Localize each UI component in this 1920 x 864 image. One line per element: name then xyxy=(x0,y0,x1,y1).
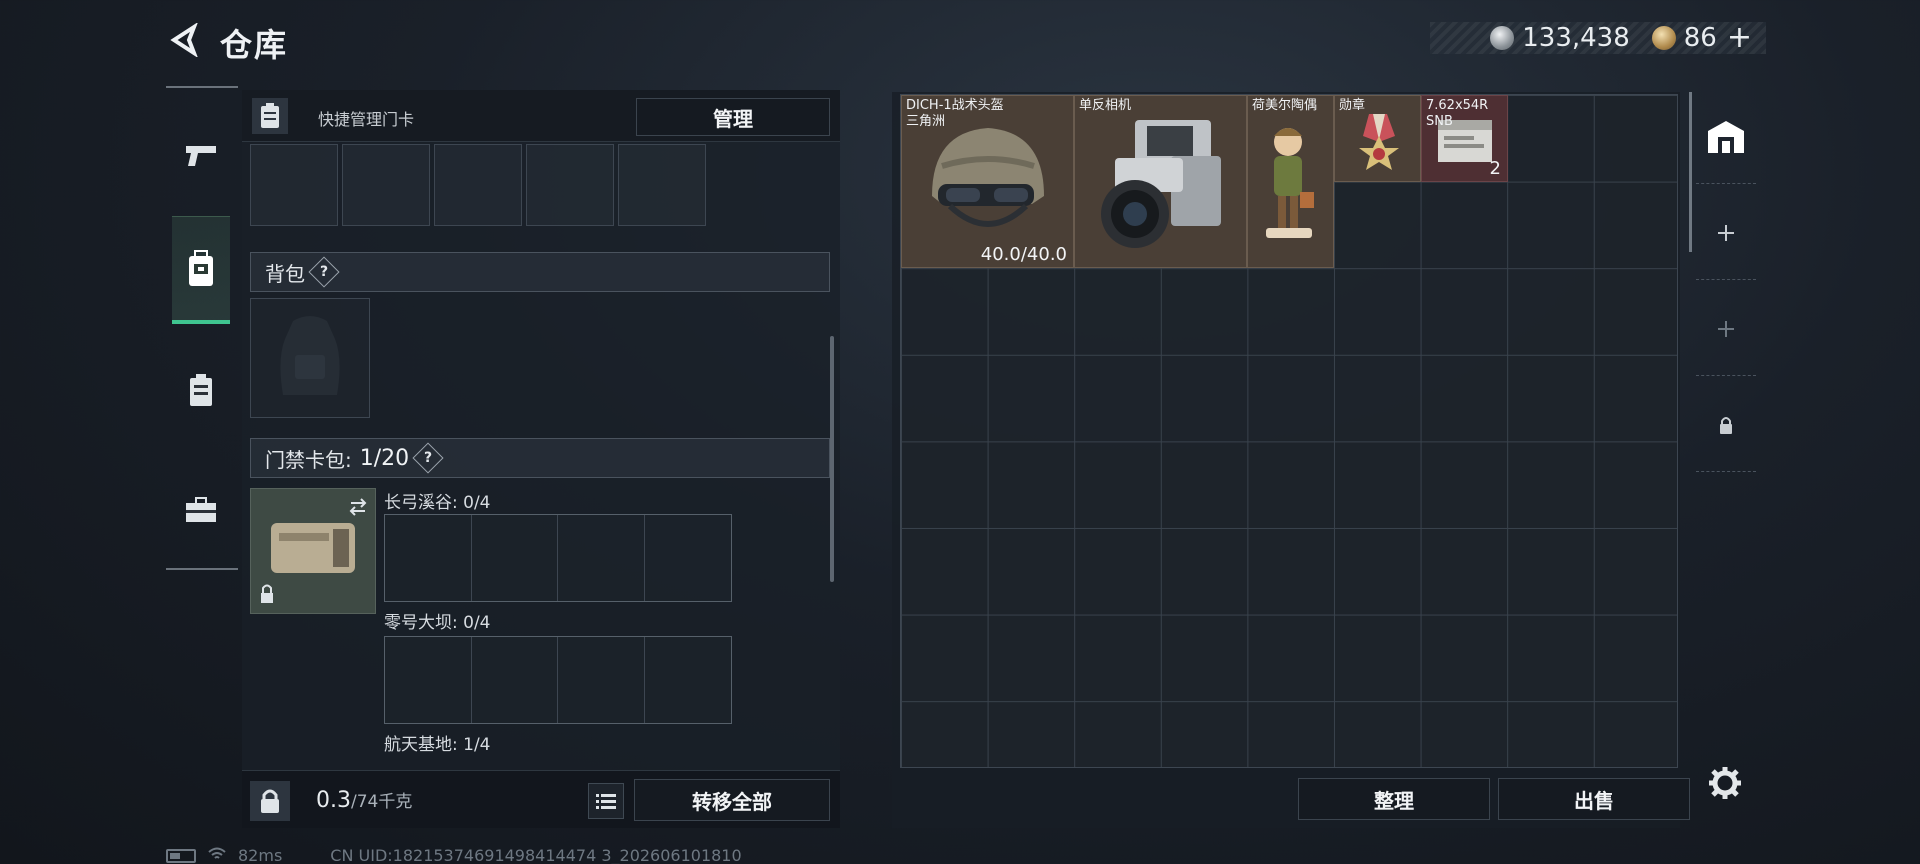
item-name: 7.62x54R SNB xyxy=(1426,98,1489,129)
uid-text: CN UID:18215374691498414474 3_2026061018… xyxy=(330,846,742,864)
item-name: 荷美尔陶偶 xyxy=(1252,98,1318,113)
list-icon xyxy=(596,794,616,809)
keycard-pack-label: 门禁卡包: xyxy=(265,447,352,472)
map-keycard-label: 航天基地: 1/4 xyxy=(384,735,491,755)
inventory-item-medal[interactable]: 勋章 xyxy=(1334,95,1421,182)
nav-weapons[interactable] xyxy=(172,102,230,210)
help-icon[interactable]: ? xyxy=(412,442,444,474)
scrollbar[interactable] xyxy=(830,336,834,582)
manage-button[interactable]: 管理 xyxy=(636,98,830,136)
quick-keycard-label: 快捷管理门卡 xyxy=(318,110,415,129)
equipment-slot[interactable] xyxy=(526,144,614,226)
backpack-silhouette-icon xyxy=(280,316,340,395)
plus-icon xyxy=(1718,320,1734,337)
item-name: 勋章 xyxy=(1339,98,1366,113)
item-durability: 40.0/40.0 xyxy=(980,244,1067,265)
map-keycard-slots[interactable] xyxy=(384,514,732,602)
plus-icon xyxy=(1718,224,1734,241)
item-quantity: 2 xyxy=(1489,158,1501,179)
keycard-small-icon xyxy=(252,98,288,134)
settings-button[interactable] xyxy=(1702,760,1748,806)
weight-max: /74千克 xyxy=(351,792,413,812)
silver-balance: 133,438 xyxy=(1522,23,1630,53)
map-keycard-label: 零号大坝: 0/4 xyxy=(384,613,491,633)
figurine-icon xyxy=(1266,128,1314,238)
warehouse-icon xyxy=(1708,120,1744,153)
storage-panel: DICH-1战术头盔 三角洲 40.0/40.0 单反相机 荷美尔陶偶 勋章 7… xyxy=(892,92,1680,828)
weight-value: 0.3 xyxy=(316,788,351,813)
equipment-slot[interactable] xyxy=(434,144,522,226)
inventory-item-helmet[interactable]: DICH-1战术头盔 三角洲 40.0/40.0 xyxy=(901,95,1074,268)
inventory-item-figurine[interactable]: 荷美尔陶偶 xyxy=(1247,95,1334,268)
help-icon[interactable]: ? xyxy=(308,256,340,288)
backpack-label: 背包 xyxy=(265,261,305,286)
keycard-case-icon xyxy=(261,498,367,603)
add-currency-button[interactable]: + xyxy=(1727,23,1752,53)
sell-button[interactable]: 出售 xyxy=(1498,778,1690,820)
ping-value: 82ms xyxy=(238,846,283,864)
equipment-slot[interactable] xyxy=(250,144,338,226)
tab-add-storage[interactable] xyxy=(1696,186,1756,280)
storage-tabs xyxy=(1696,90,1756,478)
currency-bar: 133,438 86 + xyxy=(1430,22,1766,54)
battery-icon xyxy=(166,848,196,863)
list-view-button[interactable] xyxy=(588,783,624,819)
gear-icon xyxy=(1709,767,1741,799)
camera-icon xyxy=(1101,120,1221,248)
item-name: 单反相机 xyxy=(1079,98,1132,113)
storage-grid[interactable]: DICH-1战术头盔 三角洲 40.0/40.0 单反相机 荷美尔陶偶 勋章 7… xyxy=(900,94,1678,768)
transfer-all-button[interactable]: 转移全部 xyxy=(634,779,830,821)
back-arrow-icon xyxy=(170,23,198,57)
backpack-icon xyxy=(189,249,213,286)
page-title: 仓库 xyxy=(220,26,289,64)
tab-locked[interactable] xyxy=(1696,378,1756,472)
inventory-item-ammo[interactable]: 7.62x54R SNB 2 xyxy=(1421,95,1508,182)
silver-coin-icon xyxy=(1490,26,1515,50)
storage-scrollbar[interactable] xyxy=(1689,92,1692,252)
nav-equipment[interactable] xyxy=(172,216,230,324)
weight-lock-icon xyxy=(250,781,290,821)
keycard-pack-header: 门禁卡包: 1/20 ? xyxy=(250,438,830,478)
tab-add-storage[interactable] xyxy=(1696,282,1756,376)
equipment-slot[interactable] xyxy=(618,144,706,226)
loadout-panel: 快捷管理门卡 管理 背包 ? 门禁卡包: 1/20 ? 长弓溪谷: 0/4 零号… xyxy=(242,90,840,828)
keycard-pack-slot[interactable] xyxy=(250,488,376,614)
equipment-slot[interactable] xyxy=(342,144,430,226)
wifi-icon xyxy=(208,846,226,864)
item-name: DICH-1战术头盔 三角洲 xyxy=(906,98,1004,129)
toolbox-icon xyxy=(186,497,216,522)
gold-coin-icon xyxy=(1651,26,1676,50)
nav-toolbox[interactable] xyxy=(172,456,230,564)
pistol-icon xyxy=(186,146,216,166)
lock-icon xyxy=(1720,416,1732,434)
tab-main-storage[interactable] xyxy=(1696,90,1756,184)
keycard-pack-count: 1/20 xyxy=(359,445,410,471)
weight-display: 0.3/74千克 xyxy=(316,787,412,813)
map-keycard-slots[interactable] xyxy=(384,636,732,724)
backpack-slot[interactable] xyxy=(250,298,370,418)
gold-balance: 86 xyxy=(1683,23,1717,53)
keycard-icon xyxy=(190,374,212,406)
nav-keycards[interactable] xyxy=(172,336,230,444)
loadout-footer: 0.3/74千克 转移全部 xyxy=(242,770,840,828)
category-nav xyxy=(166,86,238,570)
back-button[interactable] xyxy=(162,18,208,62)
backpack-section-header: 背包 ? xyxy=(250,252,830,292)
map-keycard-label: 长弓溪谷: 0/4 xyxy=(384,493,491,513)
sort-button[interactable]: 整理 xyxy=(1298,778,1490,820)
inventory-item-camera[interactable]: 单反相机 xyxy=(1074,95,1247,268)
quick-keycard-bar: 快捷管理门卡 管理 xyxy=(242,90,840,142)
status-bar: 82ms CN UID:18215374691498414474 3_20260… xyxy=(166,846,742,864)
